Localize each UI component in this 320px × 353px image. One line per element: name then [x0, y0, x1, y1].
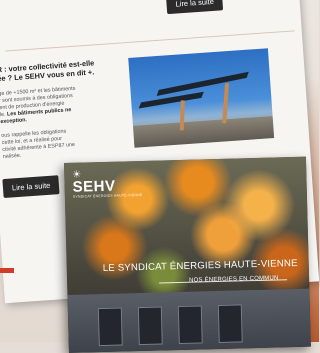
solar-carport-photo [128, 48, 275, 148]
building-window [177, 305, 203, 345]
read-more-button-left[interactable]: Lire la suite [2, 175, 60, 199]
building-window [97, 307, 123, 347]
accent-strip [0, 268, 14, 273]
sehv-logo: ☀ SEHV SYNDICAT ÉNERGIES HAUTE-VIENNE [72, 169, 142, 199]
photo-ground [132, 116, 275, 148]
photo-panel [138, 91, 204, 109]
building-photo [67, 288, 311, 353]
photo-post [222, 83, 230, 124]
article-title: R : votre collectivité est-elle ée ? Le … [0, 58, 95, 84]
article-body-secondary: ous rappelle les obligations cette loi, … [1, 128, 76, 160]
brochure-cover: ☀ SEHV SYNDICAT ÉNERGIES HAUTE-VIENNE LE… [64, 156, 311, 353]
building-window [137, 306, 163, 346]
building-window [217, 304, 243, 344]
article-body: ge de +1500 m² et les bâtiments r sont s… [0, 83, 112, 126]
read-more-button-top[interactable]: Lire la suite [165, 0, 224, 15]
